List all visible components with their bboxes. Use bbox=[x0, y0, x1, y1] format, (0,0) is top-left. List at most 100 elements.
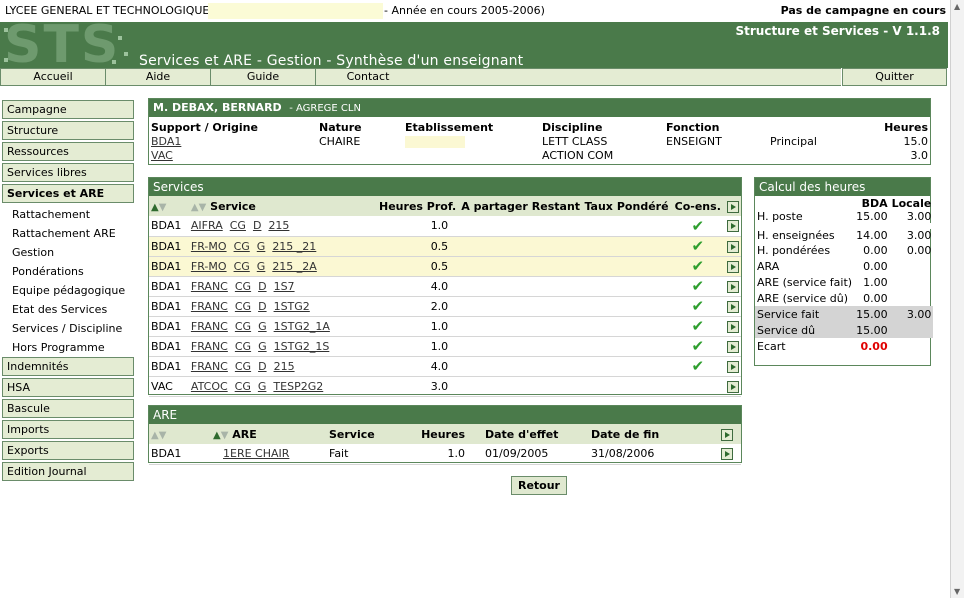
service-row-open[interactable] bbox=[725, 276, 741, 297]
service-division-link[interactable]: 1S7 bbox=[274, 280, 295, 293]
sidebar-item-services-libres[interactable]: Services libres bbox=[2, 163, 134, 182]
service-row-open[interactable] bbox=[725, 316, 741, 337]
service-code-link[interactable]: FR-MO bbox=[191, 260, 227, 273]
go-arrow-icon[interactable] bbox=[727, 380, 739, 393]
sidebar-item-indemnites[interactable]: Indemnités bbox=[2, 357, 134, 376]
service-code-link[interactable]: FR-MO bbox=[191, 240, 227, 253]
go-arrow-icon[interactable] bbox=[727, 320, 739, 333]
service-type-link[interactable]: G bbox=[258, 340, 267, 353]
service-division-link[interactable]: 215 bbox=[274, 360, 295, 373]
support-link[interactable]: BDA1 bbox=[151, 135, 181, 148]
service-code-link[interactable]: FRANC bbox=[191, 340, 228, 353]
service-code-link[interactable]: FRANC bbox=[191, 320, 228, 333]
service-type-link[interactable]: G bbox=[257, 260, 266, 273]
service-type-link[interactable]: D bbox=[253, 219, 261, 232]
service-division-link[interactable]: 1STG2_1S bbox=[274, 340, 330, 353]
sidebar-item-exports[interactable]: Exports bbox=[2, 441, 134, 460]
service-mode-link[interactable]: CG bbox=[230, 219, 246, 232]
service-division-link[interactable]: 215 _21 bbox=[272, 240, 316, 253]
submenu-hors-programme[interactable]: Hors Programme bbox=[12, 341, 105, 354]
sidebar-item-campagne[interactable]: Campagne bbox=[2, 100, 134, 119]
service-division-link[interactable]: 215 bbox=[268, 219, 289, 232]
scroll-up-icon[interactable]: ▲ bbox=[954, 2, 960, 11]
go-arrow-icon[interactable] bbox=[727, 300, 739, 313]
sort-origin[interactable]: ▲▼ bbox=[149, 196, 189, 216]
col-are[interactable]: ▲▼ ARE bbox=[211, 424, 327, 444]
submenu-rattachement-are[interactable]: Rattachement ARE bbox=[12, 227, 116, 240]
go-arrow-icon[interactable] bbox=[727, 240, 739, 253]
go-arrow-icon[interactable] bbox=[727, 260, 739, 273]
submenu-services-discipline[interactable]: Services / Discipline bbox=[12, 322, 122, 335]
go-arrow-icon[interactable] bbox=[727, 340, 739, 353]
service-row-open[interactable] bbox=[725, 336, 741, 357]
sort-arrows-icon[interactable]: ▲▼ bbox=[151, 202, 166, 213]
go-arrow-icon[interactable] bbox=[727, 200, 739, 213]
service-row-open[interactable] bbox=[725, 356, 741, 377]
service-type-link[interactable]: G bbox=[258, 380, 267, 393]
service-row-open[interactable] bbox=[725, 296, 741, 317]
nav-aide[interactable]: Aide bbox=[105, 68, 211, 86]
service-code-link[interactable]: FRANC bbox=[191, 300, 228, 313]
service-division-link[interactable]: 1STG2 bbox=[274, 300, 310, 313]
add-service-button[interactable] bbox=[725, 196, 741, 216]
go-arrow-icon[interactable] bbox=[727, 360, 739, 373]
service-mode-link[interactable]: CG bbox=[235, 360, 251, 373]
service-mode-link[interactable]: CG bbox=[235, 340, 251, 353]
service-mode-link[interactable]: CG bbox=[234, 240, 250, 253]
nav-contact[interactable]: Contact bbox=[315, 68, 421, 86]
service-mode-link[interactable]: CG bbox=[235, 380, 251, 393]
service-division-link[interactable]: TESP2G2 bbox=[273, 380, 323, 393]
are-row-open[interactable] bbox=[713, 444, 741, 465]
service-row-open[interactable] bbox=[725, 376, 741, 397]
retour-button[interactable]: Retour bbox=[511, 476, 567, 495]
service-code-link[interactable]: AIFRA bbox=[191, 219, 223, 232]
vertical-scrollbar[interactable]: ▲ ▼ bbox=[950, 0, 964, 598]
service-mode-link[interactable]: CG bbox=[235, 320, 251, 333]
sort-arrows-icon[interactable]: ▲▼ bbox=[213, 430, 228, 441]
are-link[interactable]: 1ERE CHAIR bbox=[223, 447, 289, 460]
service-mode-link[interactable]: CG bbox=[234, 260, 250, 273]
service-type-link[interactable]: G bbox=[258, 320, 267, 333]
sidebar-item-edition-journal[interactable]: Edition Journal bbox=[2, 462, 134, 481]
service-row-open[interactable] bbox=[725, 236, 741, 257]
service-mode-link[interactable]: CG bbox=[235, 280, 251, 293]
service-code-link[interactable]: FRANC bbox=[191, 360, 228, 373]
go-arrow-icon[interactable] bbox=[727, 280, 739, 293]
service-type-link[interactable]: D bbox=[258, 280, 266, 293]
service-row-open[interactable] bbox=[725, 216, 741, 237]
col-service[interactable]: ▲▼ Service bbox=[189, 196, 377, 216]
go-arrow-icon[interactable] bbox=[727, 220, 739, 233]
submenu-ponderations[interactable]: Pondérations bbox=[12, 265, 84, 278]
service-type-link[interactable]: D bbox=[258, 360, 266, 373]
service-division-link[interactable]: 215 _2A bbox=[272, 260, 317, 273]
service-row-open[interactable] bbox=[725, 256, 741, 277]
calc-row: ARE (service fait) 1.00 bbox=[755, 274, 933, 290]
service-code-link[interactable]: FRANC bbox=[191, 280, 228, 293]
sort-origin[interactable]: ▲▼ bbox=[149, 424, 211, 444]
sidebar-item-ressources[interactable]: Ressources bbox=[2, 142, 134, 161]
submenu-gestion[interactable]: Gestion bbox=[12, 246, 54, 259]
service-type-link[interactable]: D bbox=[258, 300, 266, 313]
nav-accueil[interactable]: Accueil bbox=[0, 68, 106, 86]
sidebar-item-imports[interactable]: Imports bbox=[2, 420, 134, 439]
nav-quitter[interactable]: Quitter bbox=[842, 68, 947, 86]
go-arrow-icon[interactable] bbox=[721, 448, 733, 461]
sort-arrows-icon[interactable]: ▲▼ bbox=[191, 202, 206, 213]
add-are-button[interactable] bbox=[713, 424, 741, 444]
service-mode-link[interactable]: CG bbox=[235, 300, 251, 313]
sidebar-item-bascule[interactable]: Bascule bbox=[2, 399, 134, 418]
sidebar-item-structure[interactable]: Structure bbox=[2, 121, 134, 140]
sidebar-item-services-are[interactable]: Services et ARE bbox=[2, 184, 134, 203]
go-arrow-icon[interactable] bbox=[721, 428, 733, 441]
sort-arrows-icon[interactable]: ▲▼ bbox=[151, 430, 166, 441]
submenu-equipe-pedagogique[interactable]: Equipe pédagogique bbox=[12, 284, 125, 297]
submenu-etat-services[interactable]: Etat des Services bbox=[12, 303, 107, 316]
service-code-link[interactable]: ATCOC bbox=[191, 380, 228, 393]
service-division-link[interactable]: 1STG2_1A bbox=[274, 320, 330, 333]
service-type-link[interactable]: G bbox=[257, 240, 266, 253]
sidebar-item-hsa[interactable]: HSA bbox=[2, 378, 134, 397]
submenu-rattachement[interactable]: Rattachement bbox=[12, 208, 90, 221]
support-link[interactable]: VAC bbox=[151, 149, 173, 162]
nav-guide[interactable]: Guide bbox=[210, 68, 316, 86]
scroll-down-icon[interactable]: ▼ bbox=[954, 587, 960, 596]
